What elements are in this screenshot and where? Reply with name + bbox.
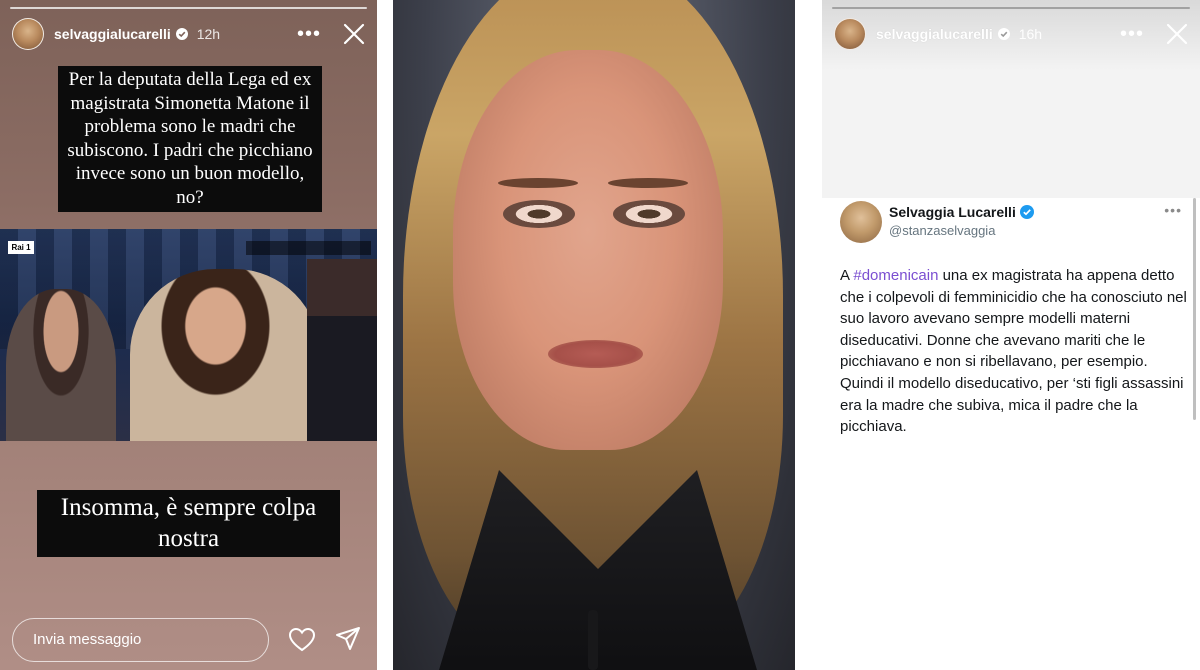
- avatar[interactable]: [834, 18, 866, 50]
- story-caption-top: Per la deputata della Lega ed ex magistr…: [58, 66, 322, 212]
- more-dots-icon[interactable]: •••: [1120, 24, 1144, 44]
- story-username[interactable]: selvaggialucarelli: [54, 26, 171, 42]
- story-time: 16h: [1018, 26, 1043, 42]
- collage: selvaggialucarelli 12h ••• Per la deputa…: [0, 0, 1200, 670]
- tv-ticker: [246, 241, 371, 255]
- story-time: 12h: [196, 26, 221, 42]
- tweet-author-name: Selvaggia Lucarelli: [889, 204, 1034, 220]
- microphone: [588, 610, 598, 670]
- story-right: selvaggialucarelli 16h ••• Selvaggia Luc…: [822, 0, 1200, 670]
- embedded-tweet: Selvaggia Lucarelli @stanzaselvaggia •••…: [822, 198, 1200, 670]
- verified-badge-icon: [175, 28, 188, 40]
- tweet-handle: @stanzaselvaggia: [889, 223, 996, 238]
- heart-icon[interactable]: [288, 627, 316, 653]
- send-icon[interactable]: [335, 626, 361, 652]
- reply-input[interactable]: Invia messaggio: [12, 618, 269, 662]
- story-caption-bottom: Insomma, è sempre colpa nostra: [37, 490, 340, 557]
- story-progress-bar: [832, 7, 1190, 9]
- story-progress-bar: [10, 7, 367, 9]
- portrait-photo: [393, 0, 795, 670]
- tweet-avatar: [840, 201, 882, 243]
- tweet-more-icon: •••: [1164, 202, 1182, 218]
- story-username[interactable]: selvaggialucarelli: [876, 26, 993, 42]
- story-header: selvaggialucarelli 12h •••: [12, 17, 365, 51]
- verified-badge-icon: [997, 28, 1010, 40]
- avatar[interactable]: [12, 18, 44, 50]
- verified-badge-icon: [1019, 205, 1034, 219]
- close-icon[interactable]: [343, 23, 365, 45]
- close-icon[interactable]: [1166, 23, 1188, 45]
- hashtag-link: #domenicain: [853, 267, 939, 284]
- story-left: selvaggialucarelli 12h ••• Per la deputa…: [0, 0, 377, 670]
- story-header: selvaggialucarelli 16h •••: [834, 17, 1188, 51]
- tv-screenshot-image: Rai 1: [0, 229, 377, 441]
- tv-channel-logo: Rai 1: [8, 241, 34, 254]
- tweet-text: A #domenicain una ex magistrata ha appen…: [840, 267, 1187, 436]
- scrollbar[interactable]: [1193, 198, 1196, 420]
- more-dots-icon[interactable]: •••: [297, 24, 321, 44]
